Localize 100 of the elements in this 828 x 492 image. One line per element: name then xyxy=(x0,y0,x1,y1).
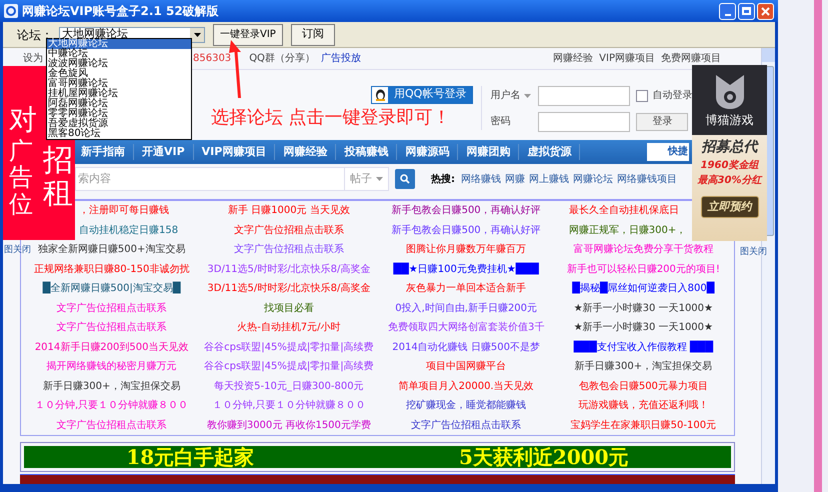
left-ad-top[interactable]: 对 xyxy=(3,66,46,138)
hot-search-link[interactable]: 网络赚钱 xyxy=(461,172,501,187)
ad-text-link[interactable]: １０分钟,只要１０分钟就赚８００ xyxy=(212,398,366,414)
ad-text-link[interactable]: 图腾让你月赚数万年赚百万 xyxy=(406,242,526,258)
nav-item[interactable]: 网赚经验 xyxy=(275,144,336,160)
ad-text-link[interactable]: 新手包教会日赚500，再确认好评 xyxy=(392,203,541,218)
login-vip-button[interactable]: 一键登录VIP xyxy=(213,24,283,46)
password-field[interactable] xyxy=(538,112,630,132)
ad-text-link[interactable]: 项目中国网赚平台 xyxy=(426,359,506,374)
hot-search-link[interactable]: 网络赚钱项目 xyxy=(617,172,677,187)
hot-search-link[interactable]: 网赚 xyxy=(505,172,525,187)
dropdown-option[interactable]: 大地网赚论坛 xyxy=(47,39,191,49)
username-label[interactable]: 用户名 xyxy=(490,88,520,104)
reserve-button[interactable]: 立即预约 xyxy=(700,196,758,218)
quick-search-field[interactable]: 快捷 xyxy=(647,142,689,161)
auto-login-checkbox[interactable] xyxy=(636,90,648,102)
ad-text-link[interactable]: ███支付宝收入作假教程 ███ xyxy=(574,340,714,355)
ad-text-link[interactable]: 文字广告位招租点击联系 xyxy=(234,242,344,258)
set-homepage-link[interactable]: 设为 xyxy=(23,50,43,66)
nav-item[interactable]: 虚拟货源 xyxy=(519,144,580,160)
ad-text-link[interactable]: 0投入,时间自由,新手日赚200元 xyxy=(395,300,538,316)
ad-text-link[interactable]: ★新手一小时赚30 一天1000★ xyxy=(574,300,714,316)
ad-text-link[interactable]: 文字广告位招租点击联系 xyxy=(56,418,167,433)
ad-text: 1960奖金组 xyxy=(700,158,758,173)
ad-text-link[interactable]: 每天投资5-10元_日赚300-800元 xyxy=(214,378,364,394)
ad-text-link[interactable]: 宝妈学生在家兼职日赚50-100元 xyxy=(570,418,716,433)
caret-icon xyxy=(524,94,532,98)
dropdown-option[interactable]: 阿磊网赚论坛 xyxy=(47,99,191,109)
login-button[interactable]: 登录 xyxy=(636,112,688,131)
ad-text-link[interactable]: 独家全新网赚日赚500+淘宝交易 xyxy=(38,242,186,258)
ad-text-link[interactable]: 新手包教会日赚500，再确认好评 xyxy=(392,222,541,238)
top-link[interactable]: 免费网赚项目 xyxy=(661,50,721,66)
close-ad-link[interactable]: 图关闭 xyxy=(4,244,31,258)
dropdown-option[interactable]: 波波网赚论坛 xyxy=(47,59,191,69)
ad-text-link[interactable]: 网赚正规军，日赚300+， xyxy=(568,222,686,238)
ad-text-link[interactable]: 新手也可以轻松日赚200元的项目! xyxy=(566,262,720,277)
ad-text-link[interactable]: 3D/11选5/时时彩/北京快乐8/高奖金 xyxy=(207,262,370,277)
dropdown-option[interactable]: 挂机屋网赚论坛 xyxy=(47,89,191,99)
nav-item[interactable]: 开通VIP xyxy=(134,144,194,160)
nav-item[interactable]: 投稿赚钱 xyxy=(336,144,398,160)
ad-text-link[interactable]: 自动挂机稳定日赚158 xyxy=(79,222,178,238)
username-field[interactable] xyxy=(538,86,630,106)
dropdown-option[interactable]: 中赚论坛 xyxy=(47,49,191,59)
ad-text: 招租 xyxy=(43,144,73,213)
ad-text-link[interactable]: ，注册即可每日赚钱 xyxy=(79,203,169,218)
ad-text-link[interactable]: 谷谷cps联盟|45%提成|零扣量|高续费 xyxy=(204,359,374,374)
maximize-button[interactable] xyxy=(738,2,755,20)
minimize-button[interactable] xyxy=(719,2,736,20)
ad-text-link[interactable]: ██★日赚100元免费挂机★███ xyxy=(393,262,539,277)
ad-text-link[interactable]: 玩游戏赚钱，充值还返利哦！ xyxy=(578,398,708,414)
ad-text-link[interactable]: 最长久全自动挂机保底日 xyxy=(568,203,679,218)
close-button[interactable] xyxy=(757,2,774,20)
ad-text-link[interactable]: 2014新手日赚200到500当天见效 xyxy=(34,340,188,355)
ad-link[interactable]: 广告投放 xyxy=(320,50,361,66)
search-field[interactable]: 索内容 帖子 xyxy=(75,167,389,192)
ad-text: 对 xyxy=(9,105,38,136)
ad-text-link[interactable]: 文字广告位招租点击联系 xyxy=(234,222,344,238)
ad-text-link[interactable]: 挖矿赚现金，睡觉都能赚钱 xyxy=(406,398,526,414)
instruction-text: 选择论坛 点击一键登录即可！ xyxy=(211,106,451,130)
ad-text-link[interactable]: 新手日赚300+，淘宝担保交易 xyxy=(574,359,712,374)
ad-text-link[interactable]: 富哥网赚论坛免费分享干货教程 xyxy=(573,242,714,258)
ad-text-link[interactable]: 火热-自动挂机7元/小时 xyxy=(237,320,341,336)
ad-text-link[interactable]: 新手日赚300+，淘宝担保交易 xyxy=(42,378,180,394)
ad-text-link[interactable]: 文字广告位招租点击联系 xyxy=(411,418,522,433)
dropdown-option[interactable]: 吾爱虚拟货源 xyxy=(47,119,191,129)
hot-search-link[interactable]: 网上赚钱 xyxy=(529,172,569,187)
top-link[interactable]: VIP网赚项目 xyxy=(599,50,655,66)
qq-login-button[interactable]: 用QQ帐号登录 xyxy=(371,86,474,104)
ad-text-link[interactable]: 新手 日赚1000元 当天见效 xyxy=(228,203,350,218)
ad-text-link[interactable]: 文字广告位招租点击联系 xyxy=(56,300,167,316)
search-scope-select[interactable]: 帖子 xyxy=(344,168,388,190)
ad-text-link[interactable]: 2014自动化赚钱 日赚500不是梦 xyxy=(392,340,540,355)
nav-item[interactable]: VIP网赚项目 xyxy=(194,144,276,160)
ad-text-link[interactable]: 正规网络兼职日赚80-150非诚勿扰 xyxy=(34,262,190,277)
subscribe-button[interactable]: 订阅 xyxy=(290,24,335,46)
dropdown-option[interactable]: 黑客80论坛 xyxy=(47,129,191,139)
nav-item[interactable]: 网赚团购 xyxy=(458,144,520,160)
ad-text-link[interactable]: 揭开网络赚钱的秘密月赚万元 xyxy=(46,359,177,374)
dropdown-option[interactable]: 金色旋风 xyxy=(47,69,191,79)
ad-text-link[interactable]: 文字广告位招租点击联系 xyxy=(56,320,167,336)
ad-text-link[interactable]: 灰色暴力一单回本适合新手 xyxy=(406,281,526,296)
ad-text-link[interactable]: 包教包会日赚500元暴力项目 xyxy=(578,378,708,394)
hot-search-link[interactable]: 网赚论坛 xyxy=(573,172,613,187)
ad-text-link[interactable]: 免费领取四大网络创富套装价值3千 xyxy=(388,320,544,336)
dropdown-option[interactable]: 零零网赚论坛 xyxy=(47,109,191,119)
ad-text-link[interactable]: １０分钟,只要１０分钟就赚８００ xyxy=(35,398,188,414)
qq-group-link[interactable]: QQ群（分享） xyxy=(249,50,315,66)
top-link[interactable]: 网赚经验 xyxy=(553,50,594,66)
ad-text-link[interactable]: 谷谷cps联盟|45%提成|零扣量|高续费 xyxy=(204,340,374,355)
search-button[interactable] xyxy=(395,169,415,190)
ad-text-link[interactable]: 简单项目月入20000.当天见效 xyxy=(398,378,534,394)
ad-text-link[interactable]: 教你赚到3000元 再收你1500元学费 xyxy=(206,418,371,433)
dropdown-option[interactable]: 富哥网赚论坛 xyxy=(47,79,191,89)
ad-text-link[interactable]: ★新手一小时赚30 一天1000★ xyxy=(574,320,714,336)
close-ad-link[interactable]: 图关闭 xyxy=(740,246,767,260)
ad-text-link[interactable]: 找项目必看 xyxy=(264,300,314,316)
ad-text-link[interactable]: █全新网赚日赚500|淘宝交易█ xyxy=(42,281,181,296)
ad-text-link[interactable]: 3D/11选5/时时彩/北京快乐8/高奖金 xyxy=(207,281,370,296)
nav-item[interactable]: 网赚源码 xyxy=(397,144,458,160)
ad-text-link[interactable]: █揭秘█屌丝如何逆袭日入800█ xyxy=(572,281,714,296)
